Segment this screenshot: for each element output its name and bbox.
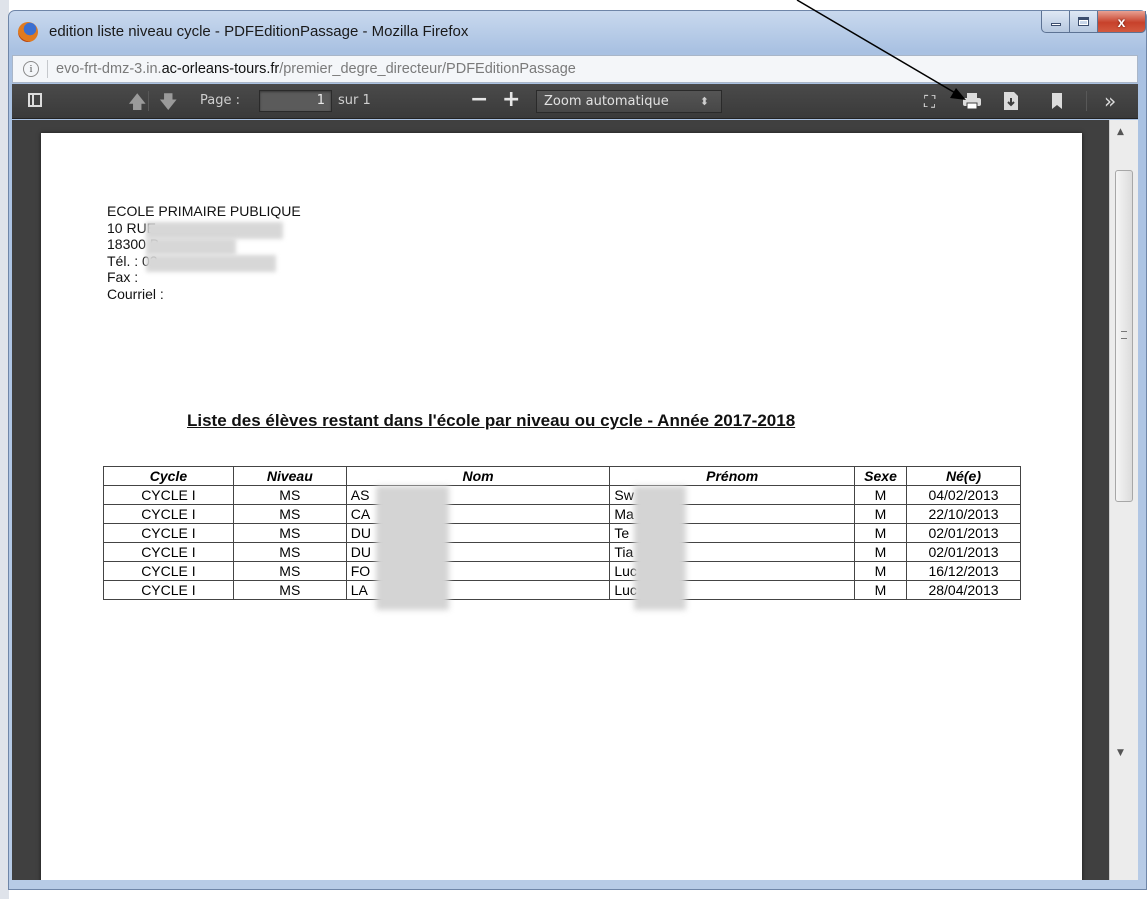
close-button[interactable]: x bbox=[1098, 11, 1146, 33]
cell-niveau: MS bbox=[232, 542, 347, 562]
toolbar-divider bbox=[1086, 91, 1087, 111]
document-title: Liste des élèves restant dans l'école pa… bbox=[187, 411, 796, 430]
redacted-city bbox=[146, 238, 236, 255]
url-path: /premier_degre_directeur/PDFEditionPassa… bbox=[279, 61, 576, 77]
sidebar-toggle-icon[interactable] bbox=[28, 93, 42, 107]
cell-ne: 02/01/2013 bbox=[906, 523, 1021, 543]
header-niveau: Niveau bbox=[232, 466, 347, 486]
redacted-phone bbox=[146, 255, 276, 272]
cell-niveau: MS bbox=[232, 580, 347, 600]
window-controls: x bbox=[1041, 11, 1146, 33]
header-prenom: Prénom bbox=[609, 466, 856, 486]
address-line: Courriel : bbox=[107, 285, 164, 302]
cell-cycle: CYCLE I bbox=[103, 504, 234, 524]
cell-niveau: MS bbox=[232, 485, 347, 505]
header-nom: Nom bbox=[345, 466, 611, 486]
table-row: CYCLE I MS FO Luc M 16/12/2013 bbox=[103, 561, 1021, 581]
site-info-icon[interactable]: i bbox=[23, 61, 39, 77]
cell-cycle: CYCLE I bbox=[103, 580, 234, 600]
cell-niveau: MS bbox=[232, 561, 347, 581]
url-text[interactable]: evo-frt-dmz-3.in.ac-orleans-tours.fr/pre… bbox=[56, 61, 576, 77]
cell-cycle: CYCLE I bbox=[103, 523, 234, 543]
page-number-input[interactable]: 1 bbox=[259, 90, 332, 112]
chevron-updown-icon: ⬍ bbox=[699, 95, 709, 108]
cell-niveau: MS bbox=[232, 523, 347, 543]
save-icon[interactable] bbox=[1004, 92, 1018, 110]
students-table: Cycle Niveau Nom Prénom Sexe Né(e) CYCLE… bbox=[103, 466, 1021, 600]
zoom-in-button[interactable]: + bbox=[502, 87, 520, 112]
redacted-street bbox=[146, 222, 283, 239]
zoom-out-button[interactable]: − bbox=[470, 87, 488, 112]
page-total: sur 1 bbox=[338, 93, 371, 108]
table-row: CYCLE I MS LA Luc M 28/04/2013 bbox=[103, 580, 1021, 600]
cell-ne: 28/04/2013 bbox=[906, 580, 1021, 600]
scroll-down-icon[interactable]: ▼ bbox=[1117, 748, 1124, 758]
url-prefix: evo-frt-dmz-3.in. bbox=[56, 61, 162, 77]
table-header-row: Cycle Niveau Nom Prénom Sexe Né(e) bbox=[103, 466, 1021, 486]
header-sexe: Sexe bbox=[854, 466, 907, 486]
redacted-names bbox=[376, 486, 449, 610]
cell-cycle: CYCLE I bbox=[103, 485, 234, 505]
table-row: CYCLE I MS DU Te M 02/01/2013 bbox=[103, 523, 1021, 543]
page-label: Page : bbox=[200, 93, 240, 108]
cell-sexe: M bbox=[854, 580, 907, 600]
window-title: edition liste niveau cycle - PDFEditionP… bbox=[49, 23, 469, 40]
cell-niveau: MS bbox=[232, 504, 347, 524]
presentation-mode-icon[interactable]: ⛶ bbox=[924, 92, 935, 112]
scrollbar-grip-icon bbox=[1121, 331, 1127, 339]
cell-ne: 22/10/2013 bbox=[906, 504, 1021, 524]
title-bar[interactable]: edition liste niveau cycle - PDFEditionP… bbox=[9, 11, 1146, 61]
cell-sexe: M bbox=[854, 523, 907, 543]
minimize-button[interactable] bbox=[1041, 11, 1070, 33]
bookmark-icon[interactable] bbox=[1052, 93, 1062, 109]
url-separator bbox=[47, 60, 48, 78]
header-cycle: Cycle bbox=[103, 466, 234, 486]
cell-sexe: M bbox=[854, 542, 907, 562]
cell-ne: 16/12/2013 bbox=[906, 561, 1021, 581]
firefox-icon bbox=[18, 22, 38, 42]
zoom-value: Zoom automatique bbox=[544, 94, 669, 109]
scrollbar-thumb[interactable] bbox=[1115, 170, 1133, 502]
cell-sexe: M bbox=[854, 561, 907, 581]
maximize-icon bbox=[1078, 17, 1089, 26]
maximize-button[interactable] bbox=[1070, 11, 1098, 33]
redacted-first-names bbox=[634, 486, 686, 610]
tools-icon[interactable]: » bbox=[1104, 89, 1116, 113]
next-page-icon[interactable]: 🡇 bbox=[159, 90, 178, 120]
cell-cycle: CYCLE I bbox=[103, 542, 234, 562]
pdf-viewer[interactable]: ECOLE PRIMAIRE PUBLIQUE 10 RUE 18300 B T… bbox=[12, 120, 1138, 880]
vertical-scrollbar[interactable]: ▲ ▼ bbox=[1109, 120, 1138, 880]
cell-ne: 02/01/2013 bbox=[906, 542, 1021, 562]
scroll-up-icon[interactable]: ▲ bbox=[1117, 127, 1124, 137]
pdf-toolbar: 🡅 🡇 Page : 1 sur 1 − + Zoom automatique ⬍… bbox=[12, 84, 1138, 119]
zoom-select[interactable]: Zoom automatique ⬍ bbox=[536, 90, 722, 113]
table-row: CYCLE I MS CA Ma M 22/10/2013 bbox=[103, 504, 1021, 524]
cell-cycle: CYCLE I bbox=[103, 561, 234, 581]
address-bar[interactable]: i evo-frt-dmz-3.in.ac-orleans-tours.fr/p… bbox=[12, 55, 1138, 83]
screenshot-stage: edition liste niveau cycle - PDFEditionP… bbox=[0, 0, 1147, 899]
close-icon: x bbox=[1117, 13, 1126, 30]
cell-sexe: M bbox=[854, 504, 907, 524]
cell-sexe: M bbox=[854, 485, 907, 505]
minimize-icon bbox=[1050, 23, 1061, 26]
address-line: ECOLE PRIMAIRE PUBLIQUE bbox=[107, 203, 301, 219]
pdf-page: ECOLE PRIMAIRE PUBLIQUE 10 RUE 18300 B T… bbox=[41, 133, 1082, 880]
table-row: CYCLE I MS DU Tia M 02/01/2013 bbox=[103, 542, 1021, 562]
url-domain: ac-orleans-tours.fr bbox=[161, 61, 280, 77]
previous-page-icon[interactable]: 🡅 bbox=[128, 90, 147, 120]
cell-ne: 04/02/2013 bbox=[906, 485, 1021, 505]
table-row: CYCLE I MS AS Sw M 04/02/2013 bbox=[103, 485, 1021, 505]
print-icon[interactable] bbox=[962, 93, 982, 109]
header-ne: Né(e) bbox=[906, 466, 1021, 486]
toolbar-divider bbox=[148, 91, 149, 111]
